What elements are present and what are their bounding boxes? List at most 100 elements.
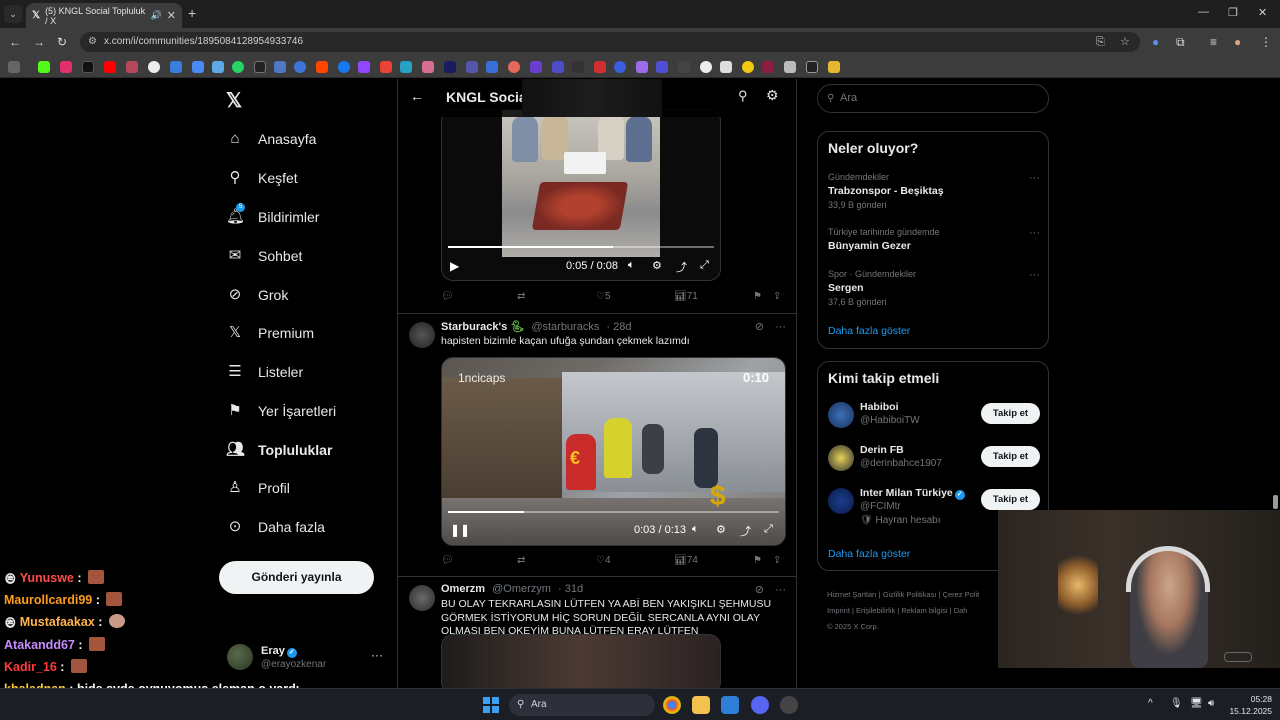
more-dots-icon[interactable]: ··· <box>1029 172 1040 184</box>
site-info-icon[interactable]: ⚙ <box>88 32 97 52</box>
bookmark-icon[interactable]: ⚑ <box>753 291 762 302</box>
retweet-icon[interactable]: ⇄ <box>517 555 525 566</box>
nav-item-lists[interactable]: ☰ Listeler <box>226 363 303 381</box>
tab-search-button[interactable]: ⌄ <box>4 5 22 23</box>
video-progress-bar[interactable] <box>448 511 779 513</box>
network-icon[interactable]: 🖥︎ <box>1190 698 1203 709</box>
follow-suggestion[interactable]: Derin FB @derinbahce1907 Takip et <box>828 443 1040 475</box>
bookmark-icon[interactable] <box>552 61 564 73</box>
puzzle-icon[interactable]: ⧉ <box>1176 35 1185 50</box>
more-dots-icon[interactable]: ··· <box>1029 269 1040 281</box>
new-tab-button[interactable]: + <box>188 5 196 21</box>
bookmark-youtube-icon[interactable] <box>104 61 116 73</box>
bookmark-icon[interactable] <box>720 61 732 73</box>
views-button[interactable]: 📊︎ 71 <box>674 291 698 302</box>
share-icon[interactable]: ⇪ <box>773 555 781 566</box>
follow-suggestion[interactable]: Habiboi @HabiboiTW Takip et <box>828 400 1040 432</box>
bookmark-icon[interactable] <box>486 61 498 73</box>
bookmark-icon[interactable] <box>636 61 648 73</box>
tweet[interactable]: Omerzm @Omerzym · 31d ⊘ ··· BU OLAY TEKR… <box>398 576 796 688</box>
play-icon[interactable]: ▶ <box>450 259 459 273</box>
bookmark-x-icon[interactable] <box>82 61 94 73</box>
search-input[interactable]: ⚲ Ara <box>817 84 1049 113</box>
bookmark-icon[interactable] <box>742 61 754 73</box>
trend-item[interactable]: Spor · Gündemdekiler Sergen 37,6 B gönde… <box>828 269 1040 307</box>
back-arrow-icon[interactable]: ← <box>9 35 21 49</box>
minimize-button[interactable]: — <box>1198 6 1209 18</box>
bookmark-folder-icon[interactable] <box>828 61 840 73</box>
bookmark-kick-icon[interactable] <box>38 61 50 73</box>
restore-button[interactable]: ❐ <box>1228 6 1238 19</box>
discord-icon[interactable] <box>751 696 769 714</box>
apps-grid-icon[interactable] <box>8 61 20 73</box>
back-arrow-icon[interactable]: ← <box>410 88 424 104</box>
windows-start-icon[interactable] <box>483 697 499 713</box>
bookmark-icon[interactable] <box>678 61 690 73</box>
nav-item-chat[interactable]: ✉ Sohbet <box>226 247 303 265</box>
bookmark-whatsapp-icon[interactable] <box>232 61 244 73</box>
nav-item-grok[interactable]: ⊘ Grok <box>226 286 289 304</box>
video-progress-bar[interactable] <box>448 246 714 248</box>
follow-button[interactable]: Takip et <box>981 446 1040 467</box>
bookmark-icon[interactable] <box>508 61 520 73</box>
bookmark-icon[interactable] <box>614 61 626 73</box>
follow-button[interactable]: Takip et <box>981 489 1040 510</box>
star-icon[interactable]: ☆ <box>1120 32 1130 52</box>
reply-icon[interactable]: 💬︎ <box>441 555 454 566</box>
browser-tab[interactable]: 𝕏 (5) KNGL Social Topluluk / X 🔊 ✕ <box>26 3 182 28</box>
reply-icon[interactable]: 💬︎ <box>441 291 454 302</box>
x-logo-icon[interactable]: 𝕏 <box>226 88 242 113</box>
bookmark-icon[interactable] <box>762 61 774 73</box>
popout-icon[interactable]: ⤴ <box>676 259 687 275</box>
bookmark-icon[interactable] <box>444 61 456 73</box>
microphone-icon[interactable]: 🎙︎ <box>1170 698 1183 709</box>
bookmark-icon[interactable] <box>254 61 266 73</box>
system-clock[interactable]: 05:28 15.12.2025 <box>1226 693 1272 717</box>
show-more-link[interactable]: Daha fazla göster <box>828 548 910 560</box>
bookmark-icon[interactable] <box>466 61 478 73</box>
scrollbar-thumb[interactable] <box>1273 495 1278 509</box>
bookmark-icon[interactable] <box>400 61 412 73</box>
reload-icon[interactable]: ↻ <box>57 35 67 49</box>
tab-close-icon[interactable]: ✕ <box>167 9 176 22</box>
forward-arrow-icon[interactable]: → <box>33 35 45 49</box>
media-control-icon[interactable]: ≡ <box>1210 35 1217 49</box>
bookmark-reddit-icon[interactable] <box>316 61 328 73</box>
grok-icon[interactable]: ⊘ <box>755 321 764 333</box>
bookmark-icon[interactable] <box>700 61 712 73</box>
bookmark-icon[interactable] <box>422 61 434 73</box>
search-icon[interactable]: ⚲ <box>738 88 748 104</box>
grok-icon[interactable]: ⊘ <box>755 584 764 596</box>
address-bar[interactable]: ⚙ x.com/i/communities/189508412895493374… <box>80 32 1140 52</box>
more-dots-icon[interactable]: ··· <box>775 321 786 333</box>
bookmark-icon[interactable] <box>126 61 138 73</box>
bookmark-icon[interactable] <box>192 61 204 73</box>
chrome-taskbar-icon[interactable] <box>663 696 681 714</box>
extension-icon[interactable]: ● <box>1152 35 1159 49</box>
more-dots-icon[interactable]: ··· <box>775 584 786 596</box>
gear-icon[interactable]: ⚙ <box>766 87 779 104</box>
bookmark-facebook-icon[interactable] <box>338 61 350 73</box>
video-player[interactable]: ▶ 0:05 / 0:08 🔈︎ ⚙ ⤴ ⤢ <box>441 109 721 281</box>
install-app-icon[interactable]: ⎘ <box>1096 32 1105 52</box>
like-button[interactable]: ♡ 5 <box>596 291 611 302</box>
window-close-button[interactable]: ✕ <box>1258 6 1267 19</box>
bookmark-icon[interactable]: ⚑ <box>753 555 762 566</box>
show-more-link[interactable]: Daha fazla göster <box>828 325 910 337</box>
tweet-media[interactable] <box>441 634 721 688</box>
settings-icon[interactable]: ⚙ <box>716 523 726 536</box>
bookmark-icon[interactable] <box>274 61 286 73</box>
fullscreen-icon[interactable]: ⤢ <box>700 259 709 272</box>
bookmark-icon[interactable] <box>380 61 392 73</box>
trend-item[interactable]: Gündemdekiler Trabzonspor - Beşiktaş 33,… <box>828 172 1040 210</box>
bookmark-icon[interactable] <box>170 61 182 73</box>
bookmark-icon[interactable] <box>530 61 542 73</box>
volume-icon[interactable]: 🔈︎ <box>692 523 699 536</box>
volume-icon[interactable]: 🔊︎ <box>1208 698 1214 709</box>
nav-item-explore[interactable]: ⚲ Keşfet <box>226 169 298 187</box>
volume-icon[interactable]: 🔈︎ <box>628 259 635 272</box>
bookmark-icon[interactable] <box>784 61 796 73</box>
profile-avatar-icon[interactable]: ● <box>1234 35 1241 49</box>
file-explorer-icon[interactable] <box>692 696 710 714</box>
bookmark-icon[interactable] <box>806 61 818 73</box>
